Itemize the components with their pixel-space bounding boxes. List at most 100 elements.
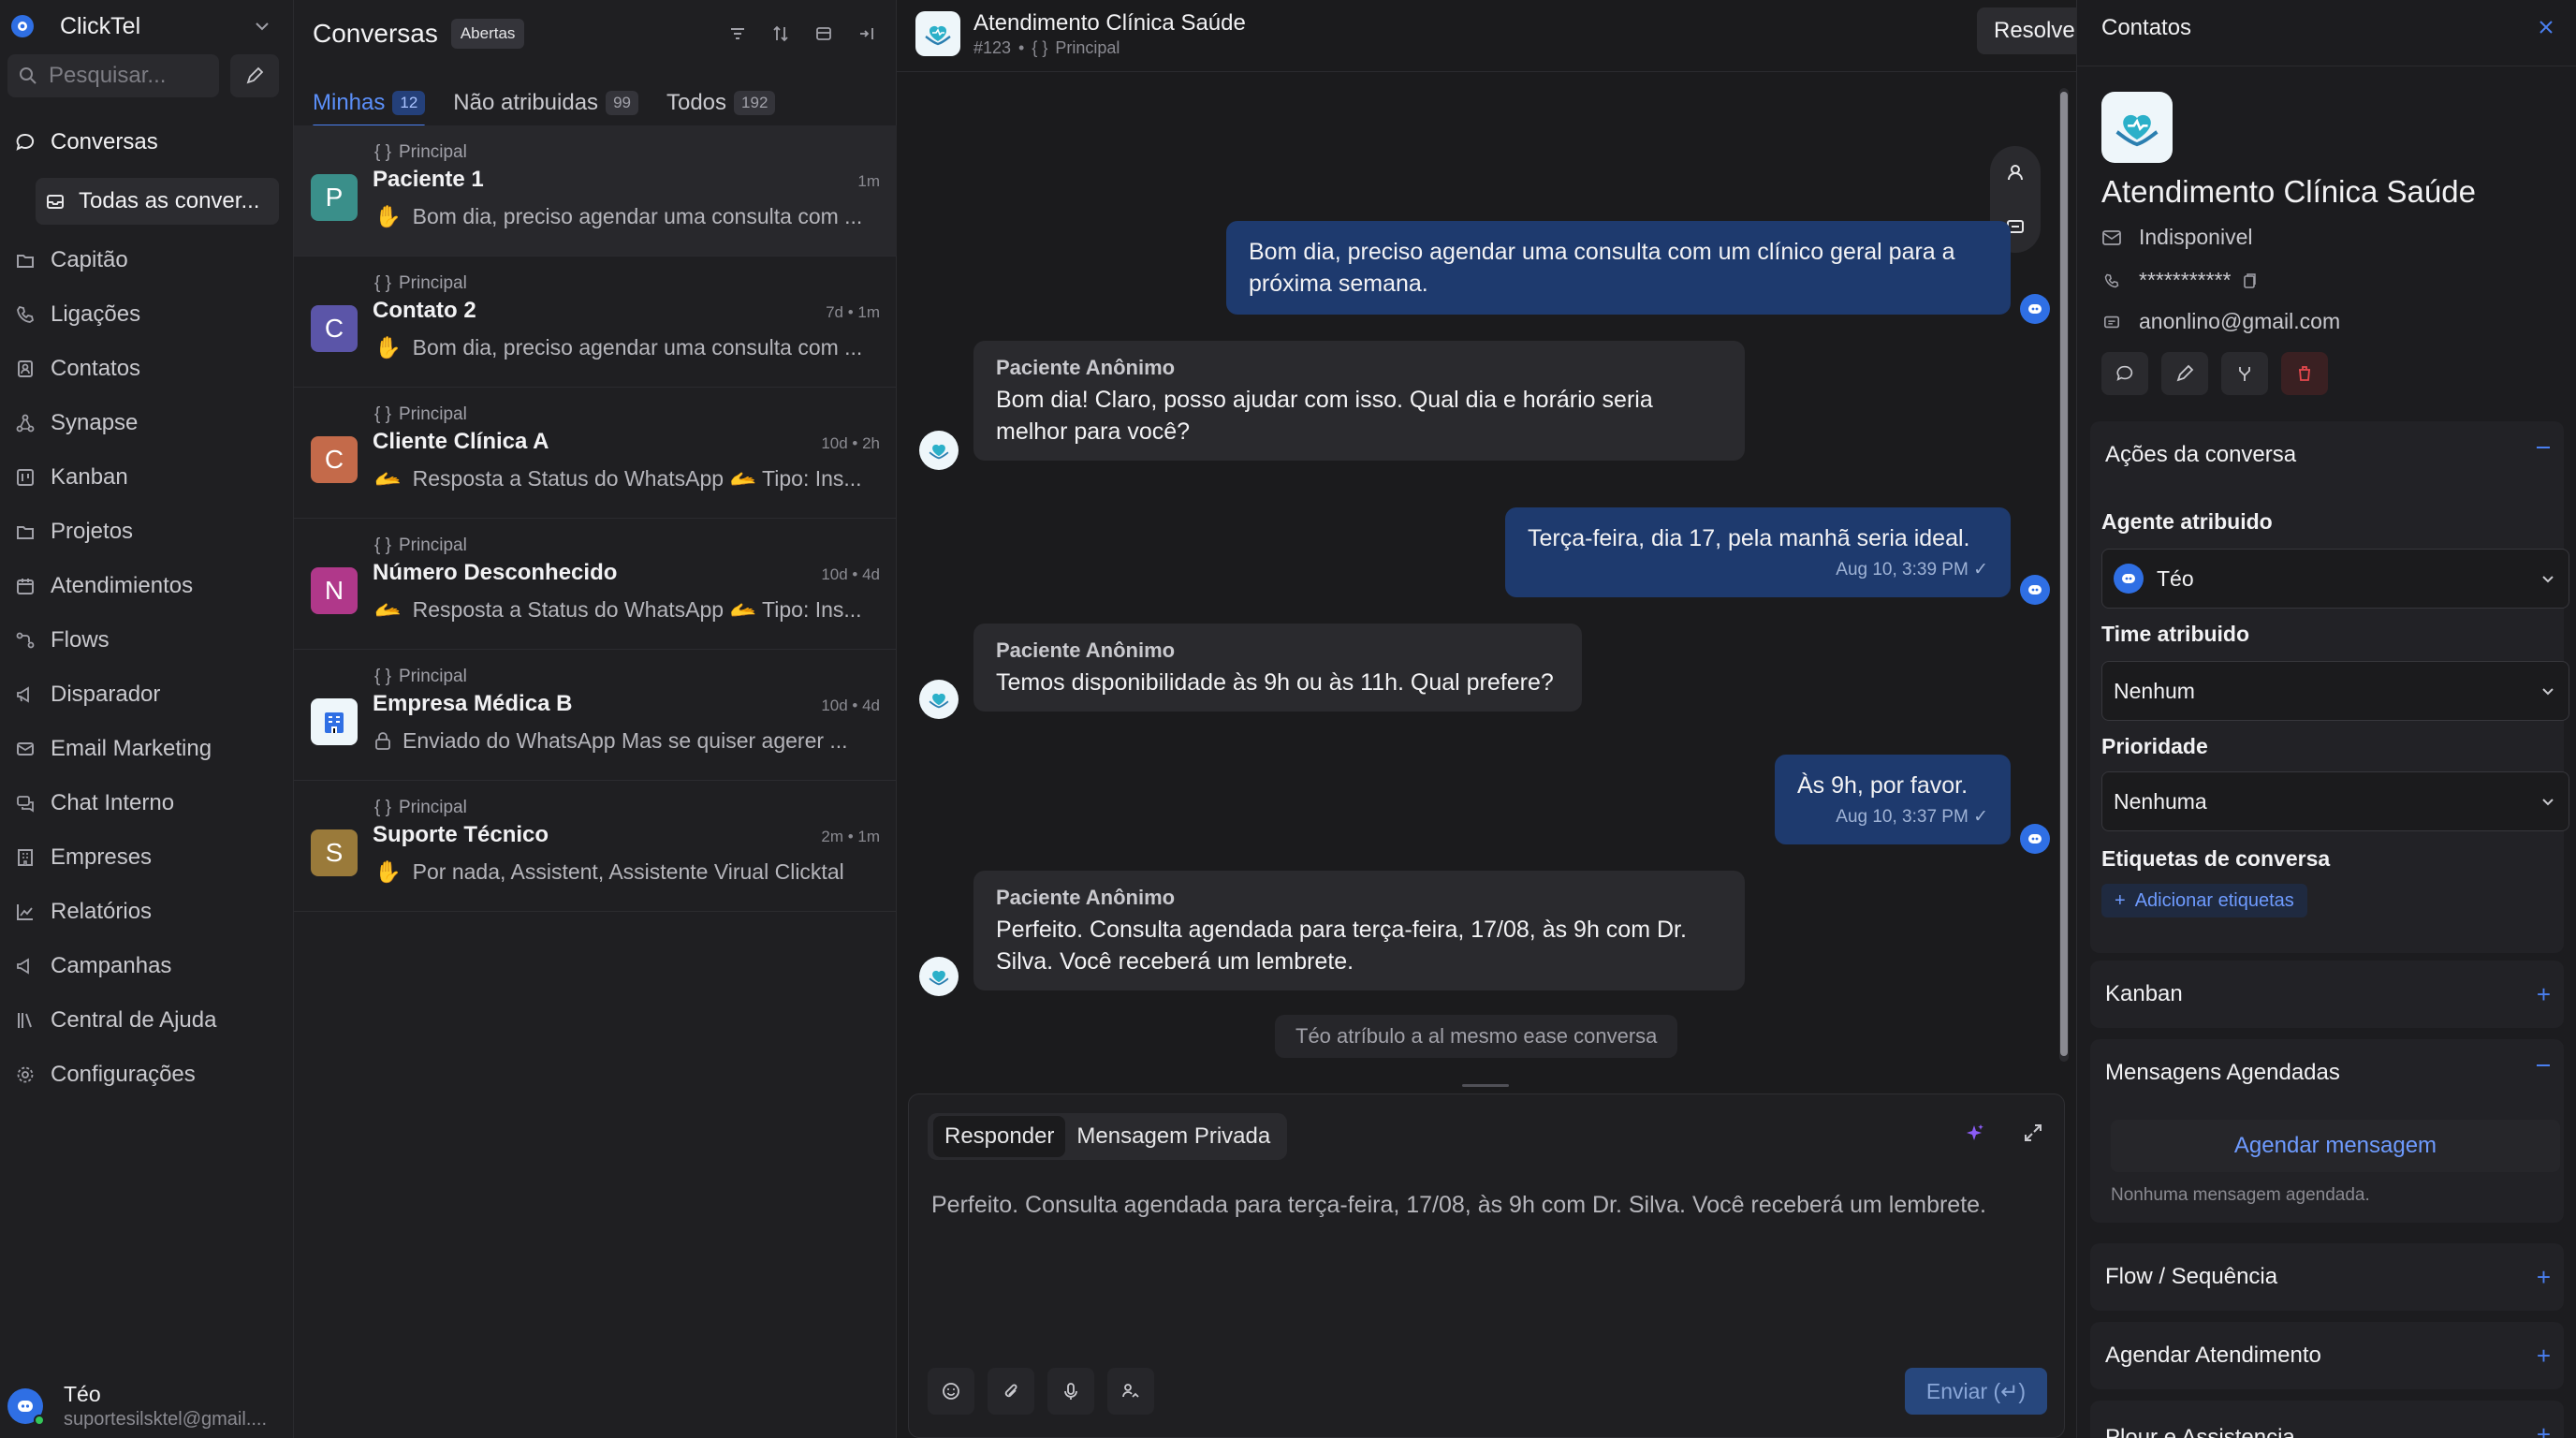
team-select[interactable]: Nenhum bbox=[2101, 661, 2569, 721]
nav-item-atendimientos[interactable]: Atendimientos bbox=[9, 567, 285, 605]
section-kanban[interactable]: Kanban + bbox=[2090, 961, 2564, 1028]
conversation-item[interactable]: { } Principal Empresa Médica B 10d • 4d E… bbox=[294, 650, 897, 781]
close-icon[interactable] bbox=[2538, 19, 2554, 36]
preview-text: Enviado do WhatsApp Mas se quiser agerer… bbox=[402, 728, 848, 753]
emoji-icon[interactable] bbox=[928, 1368, 974, 1415]
avatar bbox=[7, 1388, 45, 1426]
priority-select[interactable]: Nenhuma bbox=[2101, 771, 2569, 831]
message-preview: ✋ Bom dia, preciso agendar uma consulta c… bbox=[374, 204, 880, 229]
collapse-icon[interactable] bbox=[850, 17, 884, 51]
collapse-icon[interactable] bbox=[2536, 1064, 2551, 1067]
sender-name: Paciente Anônimo bbox=[996, 356, 1176, 379]
hand-icon: ✋ bbox=[374, 859, 402, 884]
conversation-item[interactable]: P { } Principal Paciente 1 1m ✋ Bom dia, p… bbox=[294, 125, 897, 257]
tab-private-message[interactable]: Mensagem Privada bbox=[1065, 1116, 1281, 1157]
conversation-item[interactable]: C { } Principal Cliente Clínica A 10d • 2… bbox=[294, 388, 897, 519]
current-user[interactable]: Téo suportesilsktel@gmail.... bbox=[7, 1380, 288, 1432]
sort-icon[interactable] bbox=[764, 17, 798, 51]
nav-item-email-marketing[interactable]: Email Marketing bbox=[9, 730, 285, 768]
agent-label: Agente atribuido bbox=[2101, 509, 2273, 534]
chat-bubble-icon bbox=[13, 130, 37, 154]
composer-toolbar bbox=[928, 1368, 1154, 1415]
tab-todos[interactable]: Todos 192 bbox=[666, 81, 776, 125]
chevron-down-icon bbox=[2540, 572, 2555, 587]
hand-icon: ✋ bbox=[374, 335, 402, 360]
braces-icon: { } bbox=[374, 273, 391, 293]
nav-item-synapse[interactable]: Synapse bbox=[9, 404, 285, 442]
plus-icon[interactable]: + bbox=[2537, 1422, 2551, 1438]
section-schedule-service[interactable]: Agendar Atendimento + bbox=[2090, 1322, 2564, 1389]
plus-icon[interactable]: + bbox=[2537, 1343, 2551, 1368]
kanban-icon bbox=[13, 465, 37, 490]
tab-minhas[interactable]: Minhas 12 bbox=[313, 81, 426, 127]
contact-name: Contato 2 bbox=[373, 298, 476, 323]
message-preview: ✋ Bom dia, preciso agendar uma consulta c… bbox=[374, 335, 880, 360]
conversation-item[interactable]: S { } Principal Suporte Técnico 2m • 1m ✋… bbox=[294, 781, 897, 912]
nav-item-configuracoes[interactable]: Configurações bbox=[9, 1056, 285, 1093]
workspace-switcher[interactable]: ClickTel bbox=[11, 7, 279, 45]
microphone-icon[interactable] bbox=[1047, 1368, 1094, 1415]
filter-icon[interactable] bbox=[721, 17, 754, 51]
search-icon bbox=[19, 66, 37, 85]
plus-icon[interactable]: + bbox=[2537, 982, 2551, 1006]
section-more[interactable]: Plour e Assistencia + bbox=[2090, 1401, 2564, 1438]
contact-panel-title: Contatos bbox=[2101, 15, 2192, 40]
nav-item-kanban[interactable]: Kanban bbox=[9, 459, 285, 496]
send-button[interactable]: Enviar (↵) bbox=[1905, 1368, 2047, 1415]
edit-contact-button[interactable] bbox=[2161, 352, 2208, 395]
section-header[interactable]: Ações da conversa bbox=[2105, 421, 2296, 489]
compose-button[interactable] bbox=[230, 54, 279, 97]
nav-item-conversas[interactable]: Conversas bbox=[9, 124, 285, 161]
nav-item-central-de-ajuda[interactable]: Central de Ajuda bbox=[9, 1002, 285, 1039]
nav-item-disparador[interactable]: Disparador bbox=[9, 676, 285, 713]
conversation-item[interactable]: C { } Principal Contato 2 7d • 1m ✋ Bom di… bbox=[294, 257, 897, 388]
nav-item-campanhas[interactable]: Campanhas bbox=[9, 947, 285, 985]
search-input[interactable] bbox=[49, 63, 198, 89]
expand-icon[interactable] bbox=[2023, 1123, 2043, 1145]
section-header[interactable]: Mensagens Agendadas bbox=[2105, 1039, 2340, 1107]
message-preview: ✋ Por nada, Assistent, Assistente Virual … bbox=[374, 859, 880, 885]
plus-icon[interactable]: + bbox=[2537, 1265, 2551, 1289]
collapse-icon[interactable] bbox=[2536, 446, 2551, 449]
agent-select[interactable]: Téo bbox=[2101, 549, 2569, 609]
megaphone-icon bbox=[13, 682, 37, 707]
inbox-name: Principal bbox=[398, 273, 467, 293]
inbox-name: Principal bbox=[398, 667, 467, 686]
nav-item-chat-interno[interactable]: Chat Interno bbox=[9, 785, 285, 822]
ai-sparkle-icon[interactable] bbox=[1963, 1123, 1985, 1145]
resize-handle[interactable] bbox=[1462, 1084, 1509, 1087]
megaphone-icon bbox=[13, 954, 37, 978]
priority-label: Prioridade bbox=[2101, 734, 2208, 758]
contact-info-icon[interactable] bbox=[2002, 159, 2028, 185]
message-text: Temos disponibilidade às 9h ou às 11h. Q… bbox=[996, 669, 1554, 696]
nav-item-projetos[interactable]: Projetos bbox=[9, 513, 285, 550]
inbox-name: Principal bbox=[398, 142, 467, 162]
section-flow[interactable]: Flow / Sequência + bbox=[2090, 1243, 2564, 1311]
nav-item-empreses[interactable]: Empreses bbox=[9, 839, 285, 876]
conversation-item[interactable]: N { } Principal Número Desconhecido 10d •… bbox=[294, 519, 897, 650]
brand-logo-icon bbox=[11, 15, 34, 37]
scrollbar-thumb[interactable] bbox=[2060, 92, 2068, 1056]
nav-item-flows[interactable]: Flows bbox=[9, 622, 285, 659]
nav-sub-all-conversations[interactable]: Todas as conver... bbox=[36, 178, 279, 225]
signature-icon[interactable] bbox=[1107, 1368, 1154, 1415]
new-message-button[interactable] bbox=[2101, 352, 2148, 395]
attachment-icon[interactable] bbox=[988, 1368, 1034, 1415]
tab-reply[interactable]: Responder bbox=[933, 1116, 1066, 1157]
add-tags-button[interactable]: + Adicionar etiquetas bbox=[2101, 884, 2307, 917]
layout-icon[interactable] bbox=[807, 17, 841, 51]
nav-item-capitao[interactable]: Capitão bbox=[9, 242, 285, 279]
message-input[interactable]: Perfeito. Consulta agendada para terça-f… bbox=[931, 1188, 2036, 1222]
nav-item-contatos[interactable]: Contatos bbox=[9, 350, 285, 388]
hand-icon: 🫴 bbox=[374, 466, 402, 491]
status-filter-badge[interactable]: Abertas bbox=[450, 19, 525, 49]
merge-contact-button[interactable] bbox=[2221, 352, 2268, 395]
composer-tabs: Responder Mensagem Privada bbox=[928, 1113, 1288, 1160]
tab-nao-atribuidas[interactable]: Não atribuidas 99 bbox=[453, 81, 638, 125]
nav-item-relatorios[interactable]: Relatórios bbox=[9, 893, 285, 931]
nav-item-ligacoes[interactable]: Ligações bbox=[9, 296, 285, 333]
delete-contact-button[interactable] bbox=[2281, 352, 2328, 395]
chat-scrollbar[interactable] bbox=[2059, 88, 2069, 1062]
copy-icon[interactable] bbox=[2242, 272, 2257, 289]
schedule-message-button[interactable]: Agendar mensagem bbox=[2111, 1120, 2560, 1172]
